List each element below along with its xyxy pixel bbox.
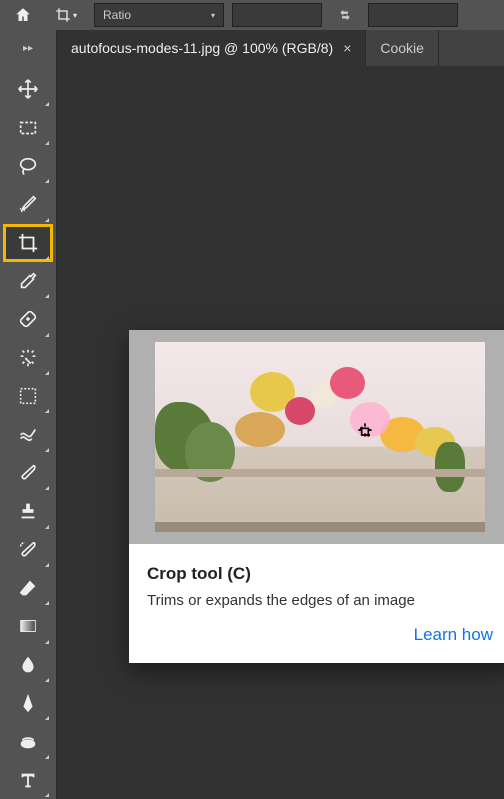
sponge-tool[interactable]: [3, 722, 53, 760]
swap-dimensions-button[interactable]: [330, 3, 360, 27]
toolbar: [0, 66, 57, 799]
history-brush-tool[interactable]: [3, 531, 53, 569]
home-button[interactable]: [8, 3, 38, 27]
marquee-tool[interactable]: [3, 108, 53, 146]
gradient-tool[interactable]: [3, 607, 53, 645]
options-bar: ▾ Ratio ▾: [0, 0, 504, 30]
stamp-tool[interactable]: [3, 492, 53, 530]
expand-panels-button[interactable]: ▸▸: [0, 30, 57, 66]
brush-select-tool[interactable]: [3, 185, 53, 223]
tool-preset-picker[interactable]: ▾: [46, 3, 86, 27]
document-tab-title: Cookie: [380, 40, 424, 56]
crop-ratio-select[interactable]: Ratio ▾: [94, 3, 224, 27]
smudge-tool[interactable]: [3, 415, 53, 453]
document-tab-bar: ▸▸ autofocus-modes-11.jpg @ 100% (RGB/8)…: [0, 30, 504, 66]
document-tab-active[interactable]: autofocus-modes-11.jpg @ 100% (RGB/8) ×: [57, 30, 366, 66]
tooltip-title: Crop tool (C): [147, 564, 493, 584]
crop-tool[interactable]: [3, 224, 53, 262]
crop-width-input[interactable]: [232, 3, 322, 27]
move-tool[interactable]: [3, 70, 53, 108]
chevron-down-icon: ▾: [211, 11, 215, 20]
heal-tool[interactable]: [3, 300, 53, 338]
crop-height-input[interactable]: [368, 3, 458, 27]
tooltip-preview-image: [129, 330, 504, 544]
close-tab-button[interactable]: ×: [343, 40, 351, 56]
lasso-tool[interactable]: [3, 147, 53, 185]
pen-tool[interactable]: [3, 684, 53, 722]
eraser-tool[interactable]: [3, 569, 53, 607]
main-area: Crop tool (C) Trims or expands the edges…: [0, 66, 504, 799]
tooltip-description: Trims or expands the edges of an image: [147, 592, 493, 609]
canvas-area[interactable]: Crop tool (C) Trims or expands the edges…: [57, 66, 504, 799]
tool-tooltip: Crop tool (C) Trims or expands the edges…: [129, 330, 504, 663]
eyedropper-tool[interactable]: [3, 262, 53, 300]
document-tab-title: autofocus-modes-11.jpg @ 100% (RGB/8): [71, 40, 333, 56]
learn-how-link[interactable]: Learn how: [147, 625, 493, 645]
brush-tool[interactable]: [3, 454, 53, 492]
document-tab-inactive[interactable]: Cookie: [366, 30, 439, 66]
type-tool[interactable]: [3, 761, 53, 799]
wand-tool[interactable]: [3, 339, 53, 377]
frame-tool[interactable]: [3, 377, 53, 415]
crop-ratio-label: Ratio: [103, 8, 131, 22]
tooltip-body: Crop tool (C) Trims or expands the edges…: [129, 544, 504, 663]
blur-tool[interactable]: [3, 646, 53, 684]
